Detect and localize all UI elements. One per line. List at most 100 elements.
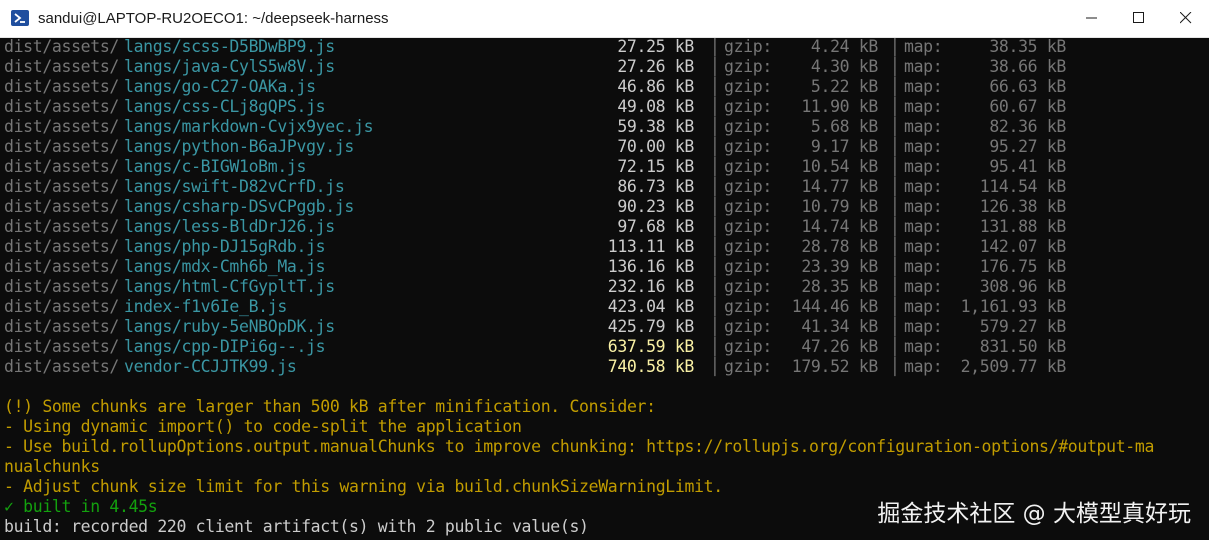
column-separator: │: [890, 38, 900, 56]
column-separator: │: [710, 177, 720, 196]
asset-dir: dist/assets/: [4, 137, 120, 156]
asset-dir: dist/assets/: [4, 337, 120, 356]
gzip-label: gzip:: [724, 337, 772, 356]
column-separator: │: [710, 217, 720, 236]
asset-dir: dist/assets/: [4, 277, 120, 296]
gzip-label: gzip:: [724, 317, 772, 336]
gzip-size: 14.77 kB: [801, 177, 878, 196]
gzip-size: 28.35 kB: [801, 277, 878, 296]
map-label: map:: [904, 38, 943, 56]
gzip-size: 179.52 kB: [791, 357, 879, 376]
asset-size: 136.16 kB: [607, 257, 695, 276]
watermark: 掘金技术社区 @ 大模型真好玩: [877, 501, 1191, 527]
chunk-size-warning: (!) Some chunks are larger than 500 kB a…: [4, 397, 656, 416]
asset-dir: dist/assets/: [4, 177, 120, 196]
column-separator: │: [710, 157, 720, 176]
asset-size: 425.79 kB: [607, 317, 695, 336]
maximize-button[interactable]: [1116, 0, 1162, 36]
asset-size: 232.16 kB: [607, 277, 695, 296]
warning-tip: - Adjust chunk size limit for this warni…: [4, 477, 723, 496]
asset-size: 27.25 kB: [617, 38, 694, 56]
gzip-label: gzip:: [724, 297, 772, 316]
map-size: 131.88 kB: [979, 217, 1067, 236]
map-size: 831.50 kB: [979, 337, 1067, 356]
column-separator: │: [710, 277, 720, 296]
map-size: 60.67 kB: [989, 97, 1066, 116]
map-label: map:: [904, 117, 943, 136]
asset-size: 90.23 kB: [617, 197, 694, 216]
column-separator: │: [890, 237, 900, 256]
maximize-icon: [1133, 12, 1144, 23]
column-separator: │: [710, 257, 720, 276]
map-size: 82.36 kB: [989, 117, 1066, 136]
asset-dir: dist/assets/: [4, 357, 120, 376]
asset-dir: dist/assets/: [4, 97, 120, 116]
gzip-size: 5.68 kB: [810, 117, 878, 136]
gzip-label: gzip:: [724, 97, 772, 116]
asset-dir: dist/assets/: [4, 38, 120, 56]
gzip-label: gzip:: [724, 237, 772, 256]
asset-file: langs/php-DJ15gRdb.js: [124, 237, 326, 256]
column-separator: │: [710, 117, 720, 136]
asset-size: 740.58 kB: [607, 357, 695, 376]
map-label: map:: [904, 137, 943, 156]
title-bar[interactable]: sandui@LAPTOP-RU2OECO1: ~/deepseek-harne…: [0, 0, 1209, 38]
close-button[interactable]: [1163, 0, 1209, 36]
warning-tip-wrap: nualchunks: [4, 457, 100, 476]
column-separator: │: [890, 277, 900, 296]
map-size: 95.41 kB: [989, 157, 1066, 176]
asset-file: langs/html-CfGypltT.js: [124, 277, 335, 296]
column-separator: │: [710, 237, 720, 256]
warning-tip: - Use build.rollupOptions.output.manualC…: [4, 437, 1155, 456]
asset-size: 27.26 kB: [617, 57, 694, 76]
gzip-size: 144.46 kB: [791, 297, 879, 316]
asset-dir: dist/assets/: [4, 317, 120, 336]
asset-dir: dist/assets/: [4, 217, 120, 236]
asset-dir: dist/assets/: [4, 197, 120, 216]
minimize-icon: [1086, 17, 1097, 19]
gzip-size: 23.39 kB: [801, 257, 878, 276]
asset-size: 86.73 kB: [617, 177, 694, 196]
asset-file: langs/less-BldDrJ26.js: [124, 217, 335, 236]
terminal-output[interactable]: dist/assets/langs/scss-D5BDwBP9.js 27.25 …: [0, 38, 1209, 540]
column-separator: │: [710, 57, 720, 76]
map-label: map:: [904, 197, 943, 216]
gzip-label: gzip:: [724, 357, 772, 376]
map-size: 142.07 kB: [979, 237, 1067, 256]
asset-dir: dist/assets/: [4, 57, 120, 76]
map-size: 95.27 kB: [989, 137, 1066, 156]
map-label: map:: [904, 237, 943, 256]
column-separator: │: [890, 317, 900, 336]
minimize-button[interactable]: [1069, 0, 1115, 36]
map-label: map:: [904, 97, 943, 116]
column-separator: │: [710, 97, 720, 116]
map-size: 579.27 kB: [979, 317, 1067, 336]
map-label: map:: [904, 157, 943, 176]
map-size: 2,509.77 kB: [960, 357, 1067, 376]
gzip-size: 10.79 kB: [801, 197, 878, 216]
window-title: sandui@LAPTOP-RU2OECO1: ~/deepseek-harne…: [38, 10, 389, 27]
gzip-label: gzip:: [724, 257, 772, 276]
asset-file: langs/markdown-Cvjx9yec.js: [124, 117, 374, 136]
gzip-size: 41.34 kB: [801, 317, 878, 336]
asset-size: 637.59 kB: [607, 337, 695, 356]
asset-dir: dist/assets/: [4, 257, 120, 276]
gzip-label: gzip:: [724, 177, 772, 196]
asset-size: 46.86 kB: [617, 77, 694, 96]
asset-dir: dist/assets/: [4, 157, 120, 176]
map-label: map:: [904, 217, 943, 236]
column-separator: │: [890, 157, 900, 176]
scrollbar[interactable]: [1203, 38, 1209, 540]
column-separator: │: [710, 137, 720, 156]
warning-tip: - Using dynamic import() to code-split t…: [4, 417, 522, 436]
asset-size: 113.11 kB: [607, 237, 695, 256]
column-separator: │: [710, 317, 720, 336]
column-separator: │: [890, 257, 900, 276]
gzip-label: gzip:: [724, 137, 772, 156]
asset-file: langs/swift-D82vCrfD.js: [124, 177, 345, 196]
gzip-label: gzip:: [724, 157, 772, 176]
build-record-summary: build: recorded 220 client artifact(s) w…: [4, 517, 589, 536]
gzip-size: 11.90 kB: [801, 97, 878, 116]
column-separator: │: [890, 197, 900, 216]
asset-file: langs/ruby-5eNBOpDK.js: [124, 317, 335, 336]
